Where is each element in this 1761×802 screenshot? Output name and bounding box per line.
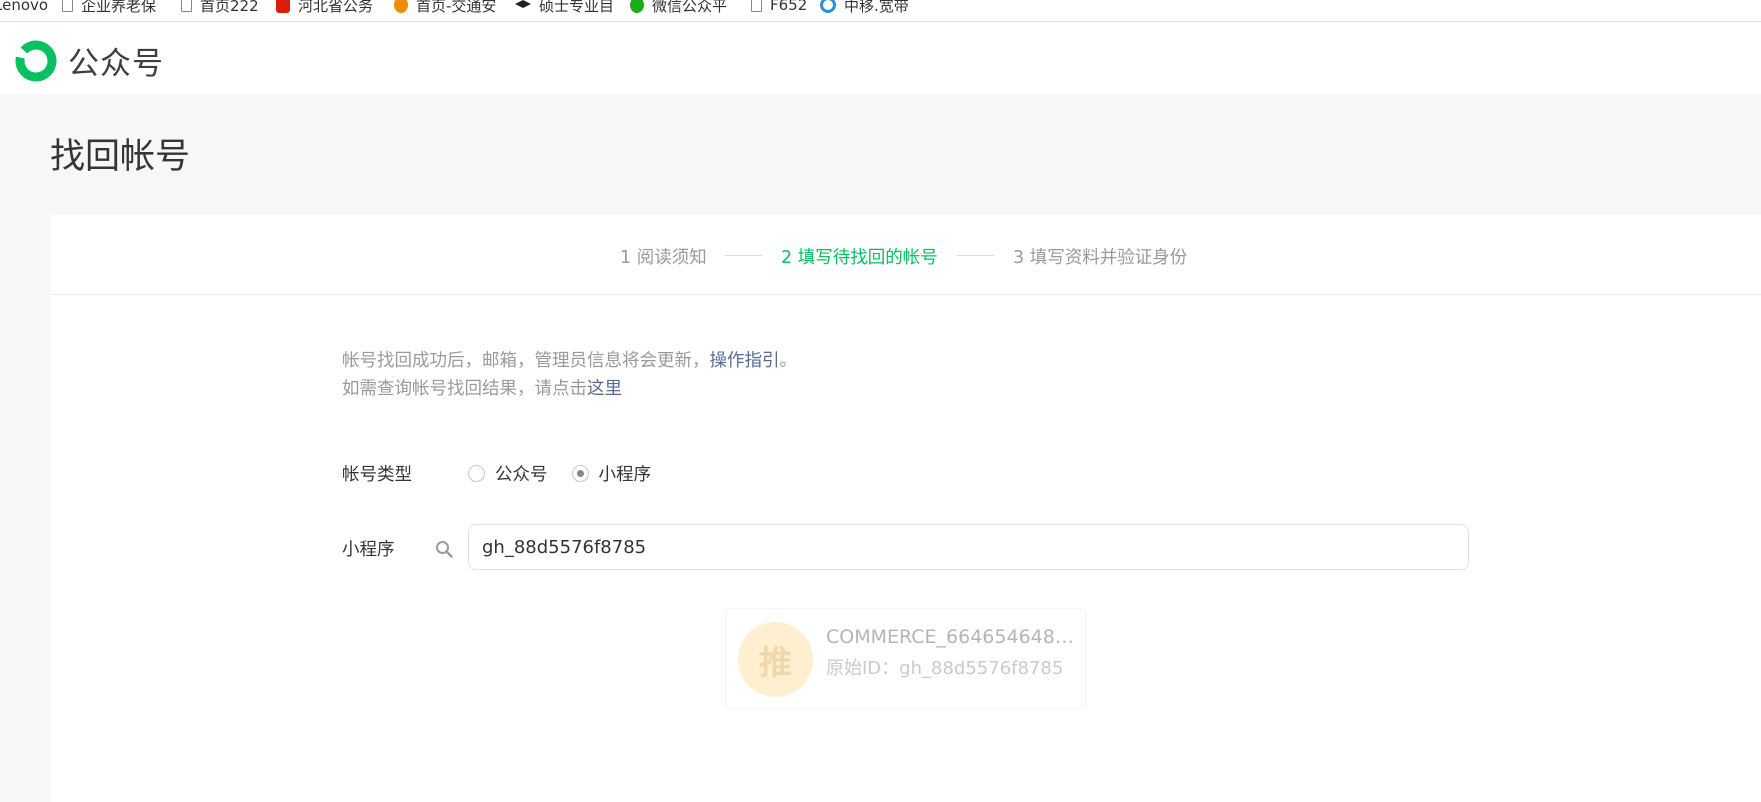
top-header: 公众号 [0,22,1761,94]
step-1: 1 阅读须知 [620,248,707,268]
radio-button[interactable] [468,465,485,482]
account-type-radio-group: 公众号 小程序 [468,461,675,486]
search-icon[interactable] [435,540,453,558]
notice-line-2: 如需查询帐号找回结果，请点击这里 [342,375,797,403]
step-indicator: 1 阅读须知 2 填写待找回的帐号 3 填写资料并验证身份 [50,215,1761,295]
mini-program-search-input[interactable] [468,524,1469,570]
bookmark-label: 首页222 [200,0,259,15]
bookmark-label: 微信公众平 [652,0,728,15]
operation-guide-link[interactable]: 操作指引 [710,351,780,371]
page-icon [751,0,762,12]
app-logo[interactable]: 公众号 [15,38,164,83]
bookmark-hebei[interactable]: 河北省公务 [276,0,373,15]
bookmark-label: Lenovo [0,0,49,14]
bookmark-f652[interactable]: F652 [751,0,807,15]
main-card: 1 阅读须知 2 填写待找回的帐号 3 填写资料并验证身份 帐号找回成功后，邮箱… [50,215,1761,802]
page-icon [181,0,192,12]
radio-button-checked[interactable] [571,465,589,482]
page-icon [62,0,73,12]
bookmark-label: 硕士专业目 [539,0,615,15]
wechat-icon [630,0,644,13]
result-name: COMMERCE_6646546488... [826,626,1076,648]
bookmark-label: 企业养老保 [81,0,157,15]
query-result-link[interactable]: 这里 [587,379,622,399]
step-3: 3 填写资料并验证身份 [1013,248,1188,268]
orange-badge-icon [394,0,408,13]
bookmark-label: 中移.宽带 [844,0,909,15]
step-divider [725,255,762,256]
bookmark-home222[interactable]: 首页222 [181,0,259,15]
result-avatar: 推 [738,622,813,697]
bookmark-pension[interactable]: 企业养老保 [62,0,156,15]
bookmark-master[interactable]: 硕士专业目 [515,0,614,15]
bookmark-label: 河北省公务 [298,0,374,15]
bookmark-label: F652 [770,0,808,14]
radio-official-account[interactable]: 公众号 [468,461,548,486]
radio-mini-program[interactable]: 小程序 [571,461,652,486]
red-badge-icon [276,0,290,13]
app-name: 公众号 [68,46,164,82]
bookmark-wechat[interactable]: 微信公众平 [630,0,727,15]
bookmark-label: 首页-交通安 [416,0,497,15]
notice-text: 帐号找回成功后，邮箱，管理员信息将会更新，操作指引。 如需查询帐号找回结果，请点… [342,347,797,403]
account-type-label: 帐号类型 [342,465,412,485]
bookmark-traffic[interactable]: 首页-交通安 [394,0,496,15]
mini-program-label: 小程序 [342,540,395,560]
logo-icon [15,40,57,81]
notice-line-1: 帐号找回成功后，邮箱，管理员信息将会更新，操作指引。 [342,347,797,375]
page-title: 找回帐号 [50,137,191,177]
china-mobile-icon [820,0,836,13]
result-original-id: 原始ID：gh_88d5576f8785 [826,658,1064,679]
bookmark-lenovo[interactable]: Lenovo [0,0,48,15]
bookmark-broadband[interactable]: 中移.宽带 [820,0,909,15]
notice-line-1-text: 帐号找回成功后，邮箱，管理员信息将会更新， [342,351,710,371]
step-2: 2 填写待找回的帐号 [781,248,938,268]
radio-label: 公众号 [495,465,548,485]
search-result-card[interactable]: 推 COMMERCE_6646546488... 原始ID：gh_88d5576… [725,608,1086,709]
notice-line-1-end: 。 [779,351,798,371]
radio-label: 小程序 [598,465,652,485]
graduation-cap-icon [515,0,531,8]
bookmarks-bar: Lenovo 企业养老保 首页222 河北省公务 首页-交通安 硕士专业目 微信… [0,0,1761,22]
step-divider [957,255,994,256]
notice-line-2-text: 如需查询帐号找回结果，请点击 [342,379,587,399]
